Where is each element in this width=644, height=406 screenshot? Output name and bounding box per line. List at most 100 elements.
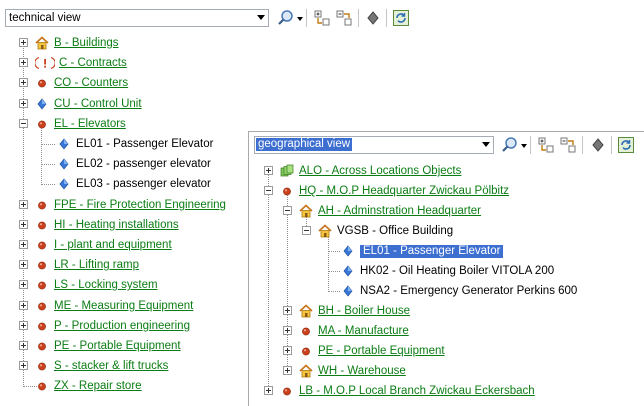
red-dot-icon xyxy=(35,258,49,272)
tree-item-label[interactable]: EL01 - Passenger Elevator xyxy=(76,138,213,151)
geographical-view-panel: geographical view ALO - Across Locations… xyxy=(248,131,644,406)
red-dot-icon xyxy=(35,359,49,373)
object-diamond-icon[interactable] xyxy=(364,9,382,27)
search-icon[interactable] xyxy=(277,9,295,27)
tree-item-label-selected[interactable]: EL01 - Passenger Elevator xyxy=(360,245,504,258)
expand-icon[interactable] xyxy=(19,341,28,350)
toolbar-separator xyxy=(582,136,583,154)
collapse-icon[interactable] xyxy=(264,186,273,195)
refresh-icon[interactable] xyxy=(617,136,635,154)
red-dot-icon xyxy=(35,319,49,333)
tree-item-label[interactable]: P - Production engineering xyxy=(54,320,190,333)
red-dot-icon xyxy=(35,117,49,131)
green-stack-icon xyxy=(280,164,294,178)
collapse-all-icon[interactable] xyxy=(335,9,353,27)
expand-icon[interactable] xyxy=(19,361,28,370)
tree-item-label[interactable]: NSA2 - Emergency Generator Perkins 600 xyxy=(360,285,577,298)
expand-icon[interactable] xyxy=(264,166,273,175)
tree-item-label[interactable]: ME - Measuring Equipment xyxy=(54,300,193,313)
toolbar-separator xyxy=(530,136,531,154)
view-select[interactable]: technical view xyxy=(5,9,269,27)
tree-item-label[interactable]: LB - M.O.P Local Branch Zwickau Eckersba… xyxy=(299,385,535,398)
collapse-icon[interactable] xyxy=(302,226,311,235)
expand-icon[interactable] xyxy=(19,78,28,87)
toolbar-separator xyxy=(358,9,359,27)
tree-item-label[interactable]: S - stacker & lift trucks xyxy=(54,360,168,373)
tree-item-label[interactable]: B - Buildings xyxy=(54,37,119,50)
tree-item-label[interactable]: WH - Warehouse xyxy=(318,365,406,378)
expand-icon[interactable] xyxy=(19,99,28,108)
collapse-icon[interactable] xyxy=(19,119,28,128)
refresh-icon[interactable] xyxy=(392,9,410,27)
red-dot-icon xyxy=(35,379,49,393)
red-dot-icon xyxy=(35,339,49,353)
expand-icon[interactable] xyxy=(19,58,28,67)
tree-item-label[interactable]: FPE - Fire Protection Engineering xyxy=(54,199,226,212)
view-select[interactable]: geographical view xyxy=(254,136,494,154)
expand-icon[interactable] xyxy=(19,200,28,209)
expand-icon[interactable] xyxy=(264,386,273,395)
tree-item-label[interactable]: VGSB - Office Building xyxy=(337,225,453,238)
tree-connector xyxy=(41,126,42,184)
tree-item-label[interactable]: MA - Manufacture xyxy=(318,325,409,338)
tree-item-label[interactable]: HK02 - Oil Heating Boiler VITOLA 200 xyxy=(360,265,554,278)
collapse-all-icon[interactable] xyxy=(559,136,577,154)
expand-icon[interactable] xyxy=(283,326,292,335)
red-dot-icon xyxy=(35,299,49,313)
chevron-down-icon[interactable] xyxy=(482,142,490,147)
expand-icon[interactable] xyxy=(19,220,28,229)
red-dot-icon xyxy=(35,218,49,232)
red-dot-icon xyxy=(280,184,294,198)
house-icon xyxy=(299,204,313,218)
tree-item-label[interactable]: EL - Elevators xyxy=(54,118,126,131)
house-icon xyxy=(299,364,313,378)
tree-item-label[interactable]: PE - Portable Equipment xyxy=(54,340,181,353)
house-icon xyxy=(299,304,313,318)
expand-icon[interactable] xyxy=(19,38,28,47)
search-dropdown-icon[interactable] xyxy=(521,144,527,148)
tree-item-label[interactable]: EL02 - passenger elevator xyxy=(76,158,211,171)
contract-warning-icon xyxy=(34,56,56,70)
expand-icon[interactable] xyxy=(283,306,292,315)
tree-item-label[interactable]: EL03 - passenger elevator xyxy=(76,178,211,191)
tree-item-label[interactable]: C - Contracts xyxy=(59,57,127,70)
tree-connector xyxy=(328,251,340,252)
tree-connector xyxy=(328,271,340,272)
expand-icon[interactable] xyxy=(283,346,292,355)
toolbar-separator xyxy=(611,136,612,154)
tree-connector xyxy=(41,164,55,165)
tree-item-label[interactable]: PE - Portable Equipment xyxy=(318,345,445,358)
expand-all-icon[interactable] xyxy=(537,136,555,154)
view-select-value: geographical view xyxy=(256,138,353,151)
tree-item-label[interactable]: CO - Counters xyxy=(54,77,128,90)
tree-item-label[interactable]: ZX - Repair store xyxy=(54,380,142,393)
tree-connector xyxy=(23,42,24,386)
collapse-icon[interactable] xyxy=(283,206,292,215)
red-dot-icon xyxy=(299,344,313,358)
tree-item-label[interactable]: AH - Adminstration Headquarter xyxy=(318,205,481,218)
blue-diamond-icon xyxy=(57,177,71,191)
tree-connector xyxy=(328,234,329,292)
object-diamond-icon[interactable] xyxy=(589,136,607,154)
search-icon[interactable] xyxy=(501,136,519,154)
tree-item-label[interactable]: BH - Boiler House xyxy=(318,305,410,318)
expand-icon[interactable] xyxy=(19,240,28,249)
search-dropdown-icon[interactable] xyxy=(297,17,303,21)
expand-icon[interactable] xyxy=(19,280,28,289)
tree-item-label[interactable]: I - plant and equipment xyxy=(54,239,172,252)
chevron-down-icon[interactable] xyxy=(257,15,265,20)
tree-item-label[interactable]: HI - Heating installations xyxy=(54,219,179,232)
red-dot-icon xyxy=(35,278,49,292)
expand-icon[interactable] xyxy=(19,301,28,310)
tree-item-label[interactable]: CU - Control Unit xyxy=(54,98,142,111)
expand-all-icon[interactable] xyxy=(313,9,331,27)
tree-item-label[interactable]: LS - Locking system xyxy=(54,279,158,292)
expand-icon[interactable] xyxy=(283,366,292,375)
tree-item-label[interactable]: LR - Lifting ramp xyxy=(54,259,139,272)
expand-icon[interactable] xyxy=(19,321,28,330)
expand-icon[interactable] xyxy=(19,260,28,269)
tree-item-label[interactable]: HQ - M.O.P Headquarter Zwickau Pölbitz xyxy=(299,185,509,198)
tree-item-label[interactable]: ALO - Across Locations Objects xyxy=(299,165,461,178)
red-dot-icon xyxy=(35,76,49,90)
house-icon xyxy=(35,36,49,50)
